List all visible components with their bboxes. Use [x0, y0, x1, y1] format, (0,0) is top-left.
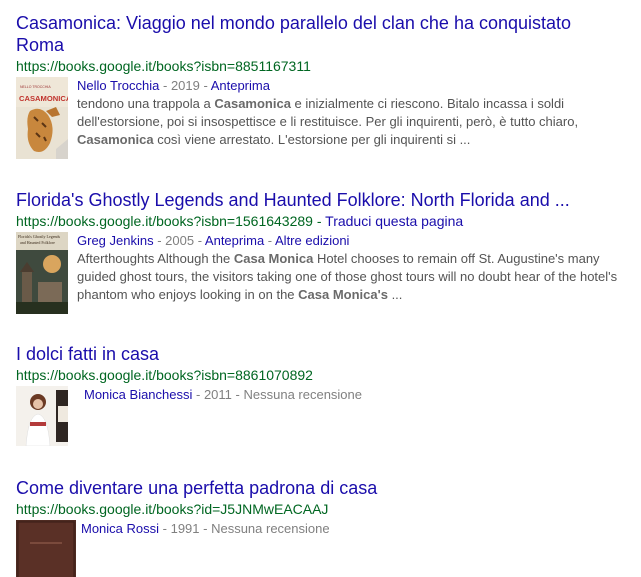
- result-title-line2: Roma: [16, 35, 65, 55]
- url-sep: -: [312, 213, 326, 229]
- meta-sep: -: [153, 233, 166, 248]
- result-florida-ghostly: Florida's Ghostly Legends and Haunted Fo…: [16, 189, 628, 314]
- result-dolci-fatti: I dolci fatti in casa https://books.goog…: [16, 343, 628, 446]
- meta-sep: -: [192, 387, 204, 402]
- author-link[interactable]: Nello Trocchia: [77, 78, 159, 93]
- meta-sep: -: [199, 521, 212, 536]
- result-url: https://books.google.it/books?isbn=88610…: [16, 367, 313, 383]
- snippet-text: ...: [387, 287, 403, 302]
- cover-title-text: CASAMONICA: [19, 94, 68, 103]
- snippet-text: Afterthoughts Although the: [77, 251, 234, 266]
- snippet-highlight: Casamonica: [214, 96, 291, 111]
- result-casamonica: Casamonica: Viaggio nel mondo parallelo …: [16, 12, 628, 159]
- year: 2011: [203, 387, 232, 402]
- result-url: https://books.google.it/books?isbn=15616…: [16, 213, 313, 229]
- svg-text:NELLO TROCCHIA: NELLO TROCCHIA: [20, 85, 51, 89]
- meta-sep: -: [159, 78, 171, 93]
- svg-text:and Haunted Folklore: and Haunted Folklore: [20, 240, 55, 245]
- year: 2019: [170, 78, 200, 93]
- result-url-line: https://books.google.it/books?isbn=15616…: [16, 212, 628, 231]
- meta-sep: -: [199, 78, 211, 93]
- snippet-highlight: Casa Monica's: [298, 287, 388, 302]
- result-title[interactable]: Casamonica: Viaggio nel mondo parallelo …: [16, 12, 628, 56]
- result-snippet: Afterthoughts Although the Casa Monica H…: [77, 250, 628, 304]
- more-editions-link[interactable]: Altre edizioni: [275, 233, 349, 248]
- result-padrona-di-casa: Come diventare una perfetta padrona di c…: [16, 477, 628, 577]
- author-link[interactable]: Monica Bianchessi: [84, 387, 192, 402]
- result-title-line1: Casamonica: Viaggio nel mondo parallelo …: [16, 13, 572, 33]
- preview-link[interactable]: Anteprima: [205, 233, 264, 248]
- result-url: https://books.google.it/books?id=J5JNMwE…: [16, 501, 329, 517]
- translate-link[interactable]: Traduci questa pagina: [325, 213, 463, 229]
- result-snippet: tendono una trappola a Casamonica e iniz…: [77, 95, 628, 149]
- preview-link[interactable]: Anteprima: [211, 78, 270, 93]
- review-status: Nessuna recensione: [243, 387, 363, 402]
- book-cover-thumbnail[interactable]: NELLO TROCCHIA CASAMONICA: [16, 77, 68, 159]
- book-cover-thumbnail[interactable]: [16, 386, 68, 446]
- author-link[interactable]: Greg Jenkins: [77, 233, 154, 248]
- result-url: https://books.google.it/books?isbn=88511…: [16, 58, 311, 74]
- meta-sep: -: [231, 387, 244, 402]
- year: 2005: [165, 233, 195, 248]
- snippet-highlight: Casamonica: [77, 132, 154, 147]
- search-results: Casamonica: Viaggio nel mondo parallelo …: [0, 0, 641, 577]
- meta-sep: -: [194, 233, 205, 248]
- book-cover-thumbnail[interactable]: Florida's Ghostly Legends and Haunted Fo…: [16, 232, 68, 314]
- meta-sep: -: [264, 233, 276, 248]
- snippet-highlight: Casa Monica: [233, 251, 314, 266]
- result-title[interactable]: Come diventare una perfetta padrona di c…: [16, 477, 628, 499]
- svg-text:Florida's Ghostly Legends: Florida's Ghostly Legends: [18, 234, 60, 239]
- snippet-text: così viene arrestato. L'estorsione per g…: [153, 132, 471, 147]
- author-link[interactable]: Monica Rossi: [81, 521, 159, 536]
- review-status: Nessuna recensione: [211, 521, 330, 536]
- book-cover-thumbnail[interactable]: [16, 520, 76, 577]
- year: 1991: [170, 521, 200, 536]
- snippet-text: tendono una trappola a: [77, 96, 215, 111]
- meta-sep: -: [159, 521, 171, 536]
- result-title[interactable]: Florida's Ghostly Legends and Haunted Fo…: [16, 189, 628, 211]
- result-title[interactable]: I dolci fatti in casa: [16, 343, 628, 365]
